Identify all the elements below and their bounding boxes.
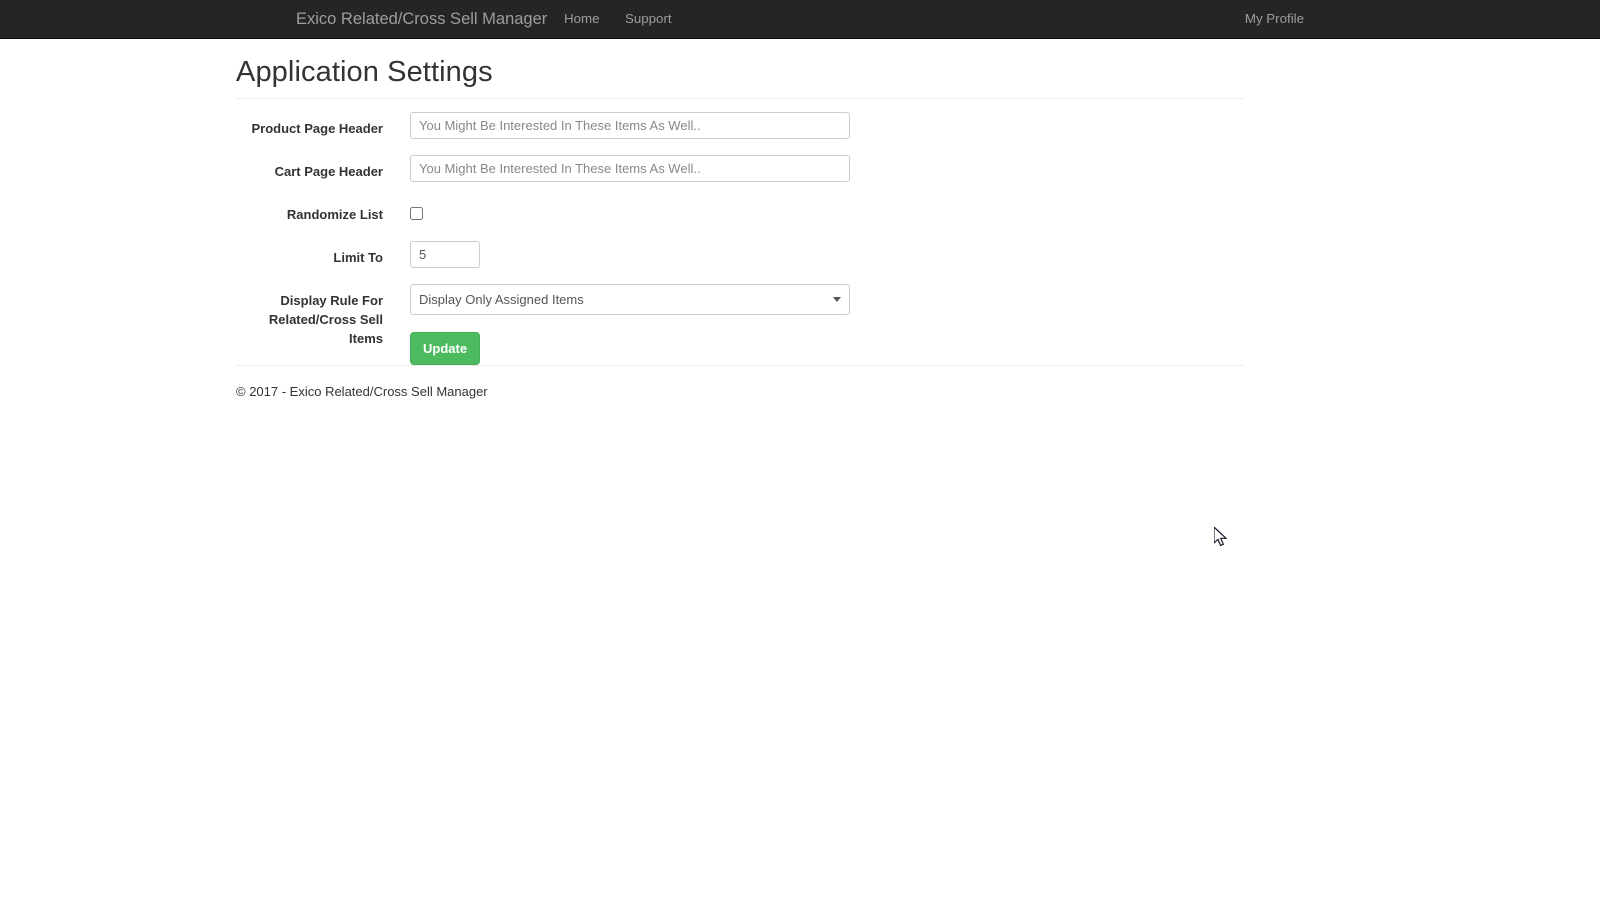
product-page-header-field-wrap <box>410 112 1244 139</box>
limit-to-field-wrap <box>410 241 1244 268</box>
form-row-product-page-header: Product Page Header <box>236 112 1244 145</box>
update-button-row: Update <box>410 327 1244 365</box>
navbar-inner: Exico Related/Cross Sell Manager Home Su… <box>296 0 1304 38</box>
product-page-header-input[interactable] <box>410 112 850 139</box>
nav-link-home[interactable]: Home <box>564 0 599 38</box>
cart-page-header-field-wrap <box>410 155 1244 182</box>
display-rule-label-line-1: Display Rule For <box>280 293 383 308</box>
randomize-list-field-wrap <box>410 198 1244 225</box>
product-page-header-label: Product Page Header <box>251 121 384 136</box>
randomize-list-checkbox[interactable] <box>410 207 423 220</box>
limit-to-input[interactable] <box>410 241 480 268</box>
page-title: Application Settings <box>236 56 493 88</box>
top-navbar: Exico Related/Cross Sell Manager Home Su… <box>0 0 1600 39</box>
update-button[interactable]: Update <box>410 332 481 365</box>
navbar-brand[interactable]: Exico Related/Cross Sell Manager <box>296 0 547 38</box>
nav-link-support[interactable]: Support <box>625 0 672 38</box>
display-rule-label-line-2: Related/Cross Sell Items <box>268 312 383 346</box>
randomize-list-label: Randomize List <box>286 207 383 222</box>
form-row-display-rule: Display Rule For Related/Cross Sell Item… <box>236 284 1244 346</box>
limit-to-label: Limit To <box>333 250 383 265</box>
cart-page-header-label: Cart Page Header <box>274 164 383 179</box>
nav-link-my-profile[interactable]: My Profile <box>1245 0 1304 38</box>
cart-page-header-input[interactable] <box>410 155 850 182</box>
display-rule-select-wrap: Display Only Assigned Items <box>410 284 850 315</box>
display-rule-field-wrap: Display Only Assigned Items <box>410 284 1244 315</box>
form-row-randomize-list: Randomize List <box>236 198 1244 231</box>
main-container: Application Settings Product Page Header… <box>236 39 1244 399</box>
settings-form: Product Page Header Cart Page Header Ran… <box>236 99 1244 365</box>
mouse-cursor <box>1214 527 1228 547</box>
display-rule-select[interactable]: Display Only Assigned Items <box>410 284 850 315</box>
form-row-cart-page-header: Cart Page Header <box>236 155 1244 188</box>
footer-copyright: © 2017 - Exico Related/Cross Sell Manage… <box>236 384 488 399</box>
form-row-limit-to: Limit To <box>236 241 1244 274</box>
display-rule-label: Display Rule For Related/Cross Sell Item… <box>236 284 383 348</box>
